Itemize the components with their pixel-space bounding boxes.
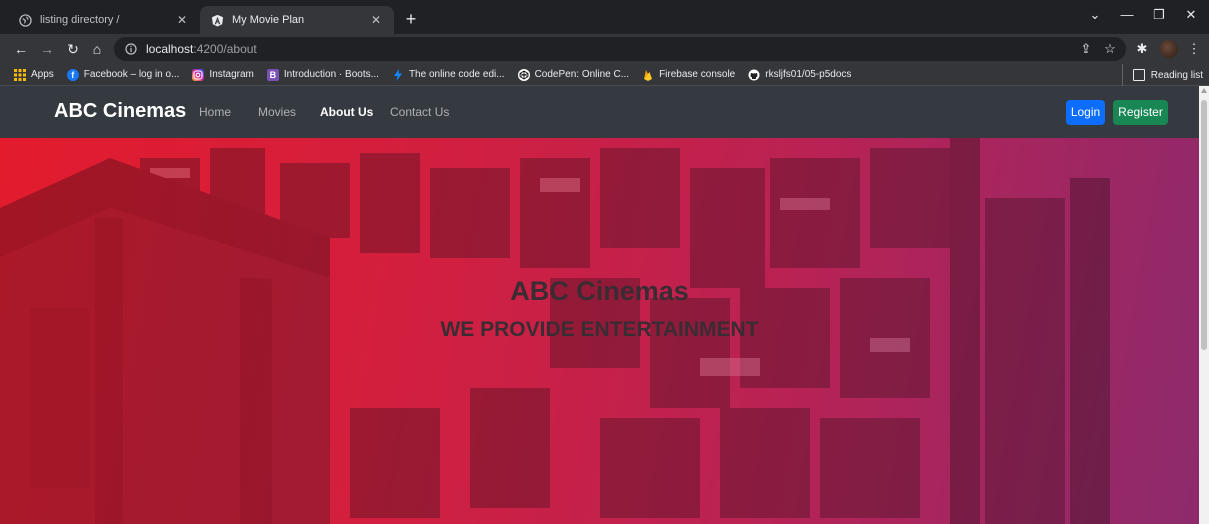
reading-list-button[interactable]: Reading list [1121, 64, 1203, 86]
instagram-icon [192, 68, 205, 81]
tab-search-icon[interactable]: ⌄ [1084, 7, 1106, 27]
bookmark-label: Apps [31, 69, 54, 80]
globe-icon [18, 13, 32, 27]
bookmark-label: rksljfs01/05-p5docs [765, 69, 852, 80]
bookmark-facebook[interactable]: f Facebook – log in o... [66, 68, 180, 81]
nav-link-home[interactable]: Home [199, 105, 231, 119]
bookmark-label: Instagram [209, 69, 254, 80]
url-path: :4200/about [193, 42, 257, 56]
new-tab-button[interactable]: + [400, 9, 422, 31]
share-icon[interactable]: ⇪ [1076, 39, 1096, 59]
browser-tab-my-movie-plan[interactable]: My Movie Plan ✕ [200, 6, 394, 34]
reload-icon[interactable]: ↻ [64, 40, 82, 58]
apps-grid-icon [14, 68, 26, 81]
nav-link-about-us[interactable]: About Us [320, 105, 373, 119]
bootstrap-icon: B [266, 68, 279, 81]
minimize-window-icon[interactable]: — [1116, 7, 1138, 27]
bookmarks-bar: Apps f Facebook – log in o... Instagram … [0, 64, 1209, 86]
bookmark-instagram[interactable]: Instagram [192, 68, 254, 81]
profile-avatar[interactable] [1160, 40, 1178, 58]
forward-arrow-icon[interactable]: → [38, 40, 56, 58]
bolt-icon [392, 68, 404, 81]
codepen-icon [517, 68, 530, 81]
site-info-icon[interactable] [124, 42, 138, 56]
close-tab-icon[interactable]: ✕ [368, 13, 384, 27]
home-icon[interactable]: ⌂ [88, 40, 106, 58]
bookmark-stackblitz[interactable]: The online code edi... [392, 68, 505, 81]
bookmark-label: Firebase console [659, 69, 736, 80]
firebase-icon [642, 69, 654, 81]
register-button[interactable]: Register [1113, 100, 1168, 125]
facebook-icon: f [66, 68, 79, 81]
bookmark-bootstrap[interactable]: B Introduction · Boots... [266, 68, 379, 81]
tab-title: My Movie Plan [232, 14, 305, 26]
nav-link-movies[interactable]: Movies [258, 105, 296, 119]
bookmark-star-icon[interactable]: ☆ [1100, 39, 1120, 59]
github-icon [748, 69, 760, 81]
browser-tab-listing-directory[interactable]: listing directory / ✕ [8, 6, 200, 34]
login-button[interactable]: Login [1066, 100, 1105, 125]
extensions-puzzle-icon[interactable]: ✱ [1132, 39, 1152, 59]
address-bar[interactable]: localhost:4200/about [114, 37, 1126, 61]
bookmark-label: Facebook – log in o... [83, 69, 180, 80]
bookmark-label: CodePen: Online C... [534, 69, 630, 80]
scrollbar-thumb[interactable] [1201, 100, 1207, 350]
bookmark-firebase[interactable]: Firebase console [642, 69, 735, 81]
close-tab-icon[interactable]: ✕ [174, 13, 190, 27]
bookmark-github[interactable]: rksljfs01/05-p5docs [748, 69, 851, 81]
menu-kebab-icon[interactable]: ⋮ [1184, 39, 1204, 59]
reading-list-label: Reading list [1150, 69, 1203, 81]
angular-icon [210, 13, 224, 27]
browser-toolbar: ← → ↻ ⌂ localhost:4200/about ⇪ ☆ ✱ ⋮ [0, 34, 1209, 64]
bookmark-codepen[interactable]: CodePen: Online C... [517, 68, 630, 81]
reading-list-icon [1132, 69, 1145, 81]
site-navbar: ABC Cinemas Home Movies About Us Contact… [0, 86, 1199, 138]
page-viewport: ABC Cinemas Home Movies About Us Contact… [0, 86, 1199, 524]
page-scrollbar[interactable] [1199, 86, 1209, 524]
bookmark-label: The online code edi... [408, 69, 505, 80]
restore-window-icon[interactable]: ❐ [1148, 7, 1170, 27]
browser-tab-strip: listing directory / ✕ My Movie Plan ✕ + … [0, 0, 1209, 34]
site-brand-link[interactable]: ABC Cinemas [54, 100, 186, 123]
bookmark-apps[interactable]: Apps [14, 68, 54, 81]
scroll-up-arrow-icon[interactable] [1201, 88, 1207, 93]
hero-subtitle: WE PROVIDE ENTERTAINMENT [440, 318, 759, 341]
tab-title: listing directory / [40, 14, 120, 26]
url-host: localhost [146, 42, 194, 56]
back-arrow-icon[interactable]: ← [12, 40, 30, 58]
nav-link-contact-us[interactable]: Contact Us [390, 105, 449, 119]
bookmark-label: Introduction · Boots... [283, 69, 379, 80]
hero-title: ABC Cinemas [510, 276, 689, 306]
hero-banner: ABC Cinemas WE PROVIDE ENTERTAINMENT [0, 138, 1199, 524]
close-window-icon[interactable]: ✕ [1180, 7, 1202, 27]
